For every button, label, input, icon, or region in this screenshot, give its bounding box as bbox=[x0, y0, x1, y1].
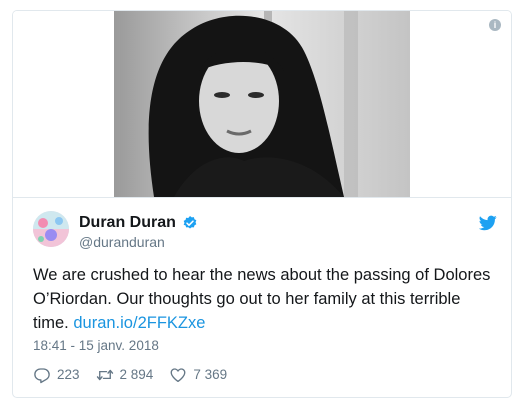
author-name[interactable]: Duran Duran bbox=[79, 213, 198, 233]
reply-button[interactable]: 223 bbox=[33, 366, 80, 384]
tweet-card: i Duran Duran @duranduran We are crushed… bbox=[12, 10, 512, 398]
avatar[interactable] bbox=[33, 211, 69, 247]
tweet-link[interactable]: duran.io/2FFKZxe bbox=[73, 314, 205, 332]
author-handle[interactable]: @duranduran bbox=[79, 233, 165, 251]
reply-count: 223 bbox=[57, 367, 80, 382]
retweet-button[interactable]: 2 894 bbox=[96, 366, 154, 384]
tweet-timestamp[interactable]: 18:41 - 15 janv. 2018 bbox=[33, 337, 159, 355]
info-icon[interactable]: i bbox=[489, 19, 501, 31]
reply-icon bbox=[34, 368, 50, 384]
tweet-text: We are crushed to hear the news about th… bbox=[33, 263, 493, 335]
tweet-photo[interactable] bbox=[114, 11, 410, 197]
like-count: 7 369 bbox=[193, 367, 228, 382]
tweet-media[interactable]: i bbox=[13, 11, 511, 197]
retweet-count: 2 894 bbox=[119, 367, 154, 382]
portrait-image bbox=[114, 11, 410, 197]
heart-icon bbox=[170, 368, 186, 383]
twitter-bird-icon[interactable] bbox=[479, 215, 497, 231]
verified-badge-icon bbox=[183, 216, 197, 229]
tweet-actions: 223 2 894 7 369 bbox=[33, 365, 243, 385]
media-divider bbox=[13, 197, 511, 198]
author-name-text: Duran Duran bbox=[79, 214, 176, 231]
avatar-image bbox=[33, 211, 69, 247]
like-button[interactable]: 7 369 bbox=[169, 366, 227, 384]
retweet-icon bbox=[96, 369, 113, 381]
